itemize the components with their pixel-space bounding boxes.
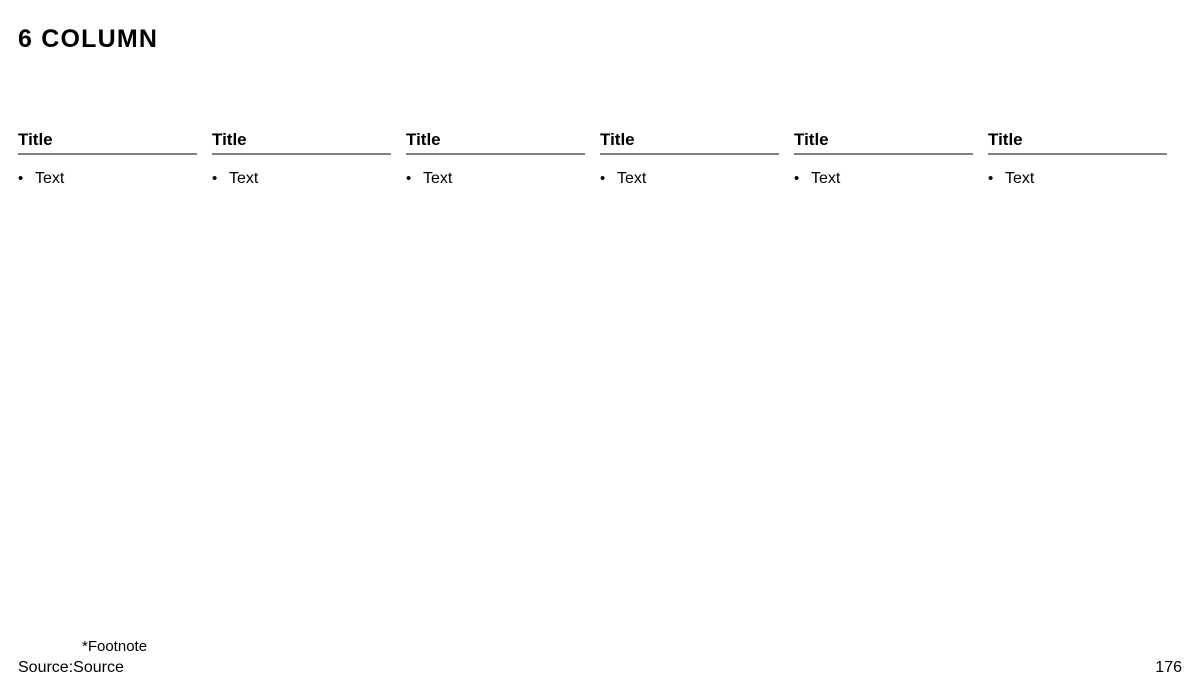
column-3: Title • Text <box>406 130 585 189</box>
column-divider <box>18 153 197 155</box>
column-divider <box>406 153 585 155</box>
column-4: Title • Text <box>600 130 779 189</box>
footnote: *Footnote <box>82 638 148 655</box>
column-2: Title • Text <box>212 130 391 189</box>
list-item: • Text <box>794 169 973 189</box>
list-item-label: Text <box>423 170 453 187</box>
column-title: Title <box>988 130 1023 149</box>
slide-canvas: 6 COLUMN Title • Text Title • Text Title… <box>0 0 1200 680</box>
column-divider <box>988 153 1167 155</box>
column-5: Title • Text <box>794 130 973 189</box>
column-body: • Text <box>212 169 391 189</box>
column-6: Title • Text <box>988 130 1167 189</box>
page-title: 6 COLUMN <box>18 25 159 53</box>
column-body: • Text <box>794 169 973 189</box>
column-body: • Text <box>406 169 585 189</box>
column-title: Title <box>18 130 53 149</box>
list-item-label: Text <box>811 170 841 187</box>
bullet-icon: • <box>406 170 412 187</box>
bullet-icon: • <box>212 170 218 187</box>
column-body: • Text <box>988 169 1167 189</box>
column-body: • Text <box>18 169 197 189</box>
bullet-icon: • <box>794 170 800 187</box>
list-item-label: Text <box>229 170 259 187</box>
bullet-icon: • <box>18 170 24 187</box>
page-number: 176 <box>1155 659 1182 676</box>
column-title: Title <box>212 130 247 149</box>
list-item: • Text <box>18 169 197 189</box>
list-item-label: Text <box>35 170 65 187</box>
column-divider <box>600 153 779 155</box>
list-item: • Text <box>212 169 391 189</box>
column-divider <box>794 153 973 155</box>
list-item: • Text <box>600 169 779 189</box>
list-item: • Text <box>406 169 585 189</box>
column-layout: Title • Text Title • Text Title • Text T… <box>18 130 1171 189</box>
bullet-icon: • <box>600 170 606 187</box>
source-label: Source:Source <box>18 659 124 676</box>
list-item-label: Text <box>1005 170 1035 187</box>
column-body: • Text <box>600 169 779 189</box>
column-title: Title <box>406 130 441 149</box>
column-divider <box>212 153 391 155</box>
list-item-label: Text <box>617 170 647 187</box>
column-title: Title <box>600 130 635 149</box>
list-item: • Text <box>988 169 1167 189</box>
column-1: Title • Text <box>18 130 197 189</box>
bullet-icon: • <box>988 170 994 187</box>
column-title: Title <box>794 130 829 149</box>
